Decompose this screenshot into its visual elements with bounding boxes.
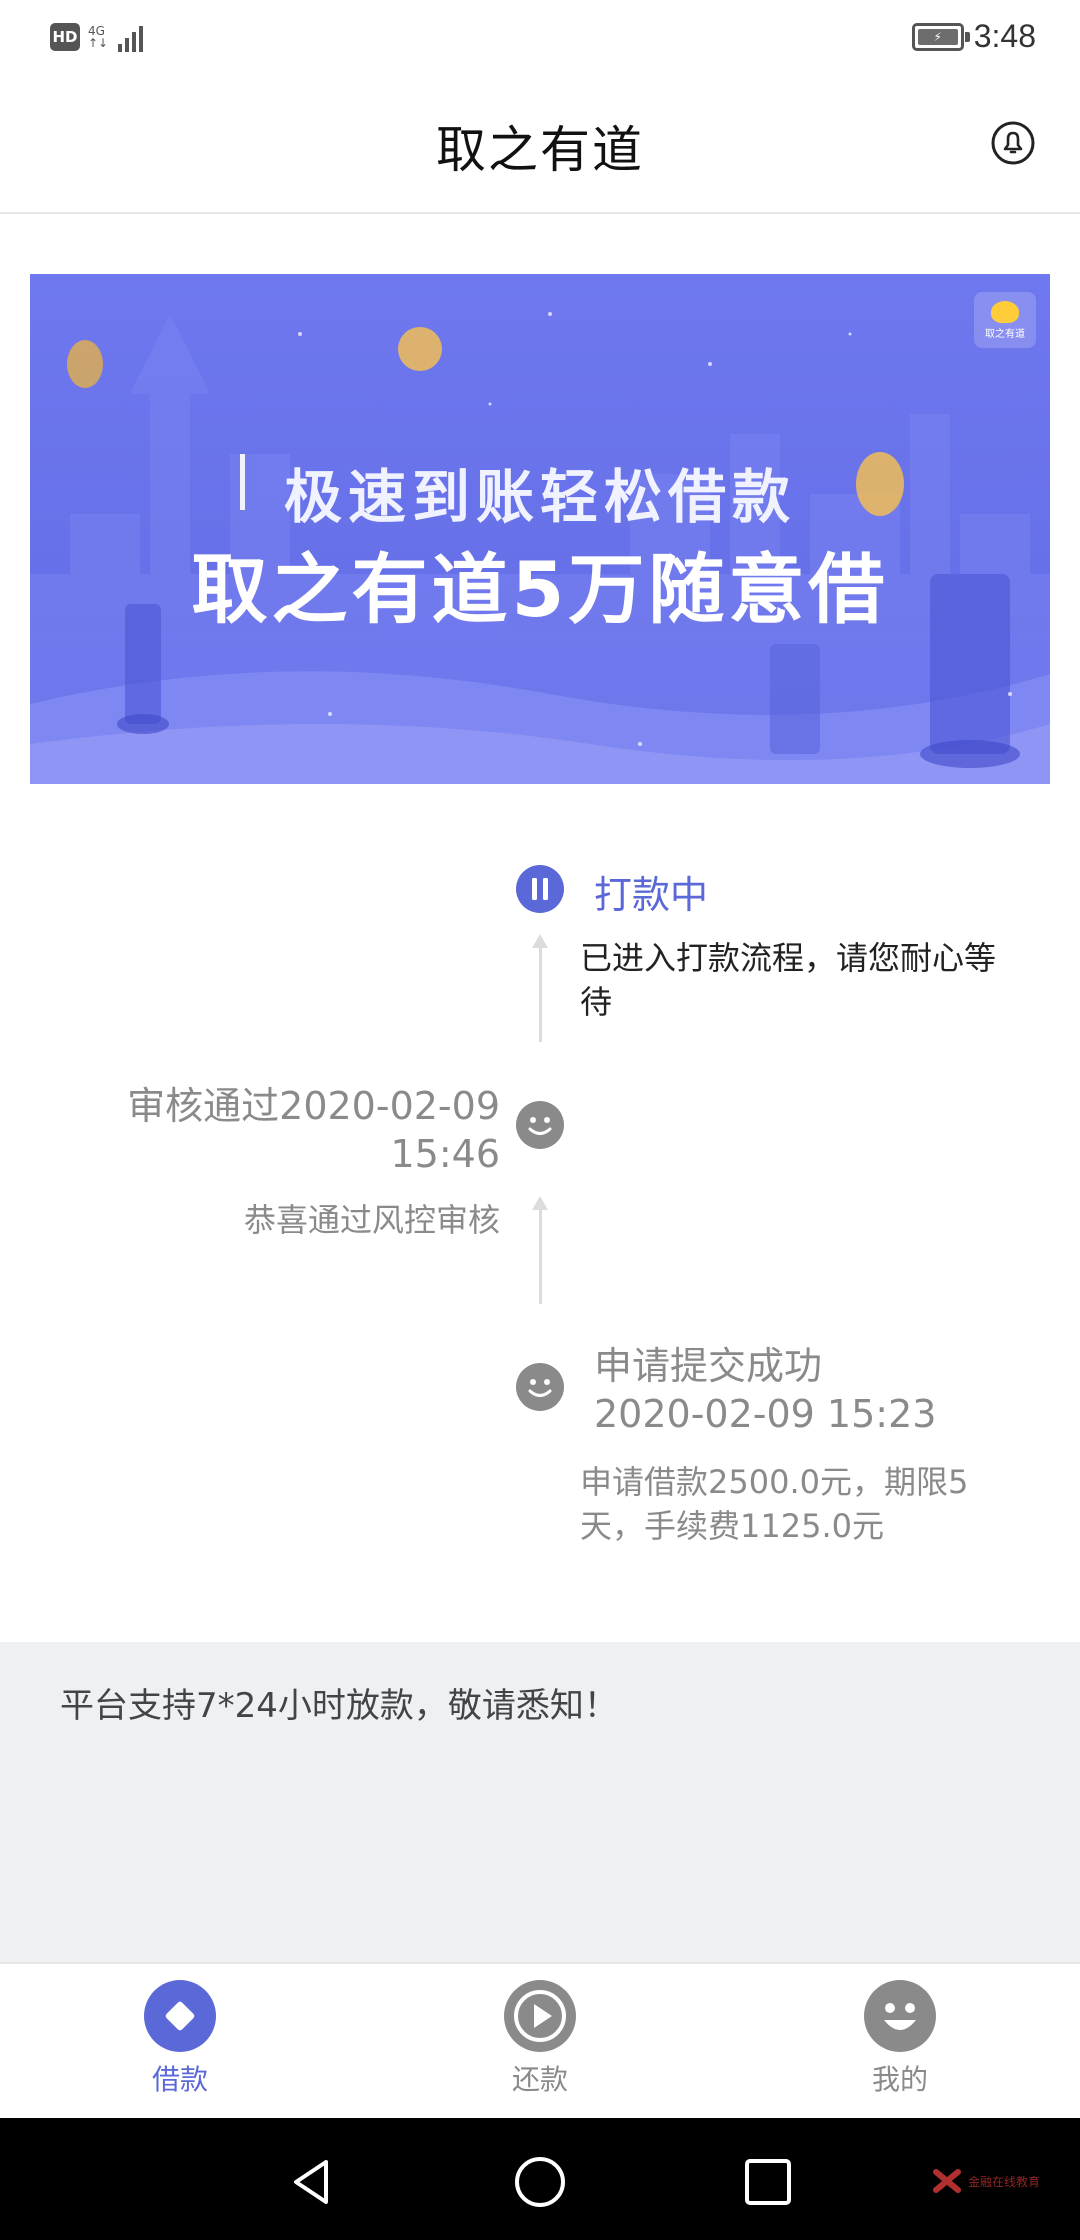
nav-item-borrow[interactable]: 借款 (0, 1964, 360, 2118)
bottom-nav: 借款 还款 我的 (0, 1962, 1080, 2118)
network-indicator: 4G ↑↓ (88, 25, 108, 49)
nav-item-mine[interactable]: 我的 (720, 1964, 1080, 2118)
back-icon[interactable] (284, 2154, 340, 2210)
home-icon[interactable] (512, 2154, 568, 2210)
loan-status-timeline: 打款中 已进入打款流程，请您耐心等 待 审核通过2020-02-09 15:46… (0, 784, 1080, 1644)
status-step-desc: 恭喜通过风控审核 (243, 1201, 500, 1239)
promo-banner[interactable]: 极速到账轻松借款 取之有道5万随意借 取之有道 (30, 274, 1050, 784)
status-desc-line: 已进入打款流程，请您耐心等 (580, 939, 997, 977)
page-title: 取之有道 (436, 121, 644, 179)
status-desc-line: 天，手续费1125.0元 (580, 1507, 884, 1545)
system-nav-bar: 金融在线教育 (0, 2118, 1080, 2240)
nav-label-repay: 还款 (511, 2063, 568, 2096)
duck-logo-icon (991, 300, 1019, 323)
pause-icon (516, 865, 564, 913)
nav-label-mine: 我的 (871, 2063, 928, 2096)
notice-section: 平台支持7*24小时放款，敬请悉知！ (0, 1642, 1080, 1962)
smile-icon (516, 1101, 564, 1149)
watermark-logo-icon (932, 2169, 961, 2193)
diamond-icon (144, 1980, 216, 2052)
bell-icon (991, 121, 1035, 165)
status-title-line: 申请提交成功 (594, 1344, 823, 1388)
notification-button[interactable] (990, 120, 1036, 166)
nav-label-borrow: 借款 (151, 2063, 208, 2096)
smile-icon (864, 1980, 936, 2052)
status-title-line: 15:46 (390, 1132, 500, 1176)
recents-icon[interactable] (740, 2154, 796, 2210)
banner-logo-text: 取之有道 (985, 328, 1025, 340)
notice-text: 平台支持7*24小时放款，敬请悉知！ (60, 1686, 618, 1726)
app-header: 取之有道 (0, 80, 1080, 214)
status-time: 3:48 (973, 18, 1036, 54)
status-step-title-active: 打款中 (594, 873, 709, 917)
banner-headline: 极速到账轻松借款 (283, 463, 796, 531)
status-right: ⚡ 3:48 (911, 18, 1036, 55)
play-icon (504, 1980, 576, 2052)
battery-icon: ⚡ (911, 22, 970, 51)
signal-icon (118, 22, 144, 52)
nav-item-repay[interactable]: 还款 (360, 1964, 720, 2118)
status-desc-line: 待 (580, 983, 613, 1021)
hd-badge: HD (50, 23, 80, 51)
status-step-desc-active: 已进入打款流程，请您耐心等 待 (580, 936, 1050, 1024)
banner-logo: 取之有道 (974, 292, 1036, 348)
status-bar: HD 4G ↑↓ ⚡ 3:48 (0, 0, 1080, 80)
status-step-title: 申请提交成功 2020-02-09 15:23 (594, 1342, 936, 1438)
watermark: 金融在线教育 (932, 2166, 1040, 2196)
timeline-connector (539, 1208, 542, 1304)
watermark-text: 金融在线教育 (967, 2174, 1040, 2189)
timeline-connector (539, 946, 542, 1042)
smile-icon (516, 1363, 564, 1411)
status-title-line: 2020-02-09 15:23 (594, 1392, 937, 1436)
banner-subheadline: 取之有道5万随意借 (191, 545, 889, 634)
network-activity: ↑↓ (88, 36, 109, 50)
status-step-title: 审核通过2020-02-09 15:46 (127, 1082, 500, 1178)
status-desc-line: 申请借款2500.0元，期限5 (580, 1463, 969, 1501)
status-step-desc: 申请借款2500.0元，期限5 天，手续费1125.0元 (580, 1460, 1050, 1548)
status-left: HD 4G ↑↓ (50, 22, 144, 52)
status-title-line: 审核通过2020-02-09 (127, 1084, 500, 1128)
